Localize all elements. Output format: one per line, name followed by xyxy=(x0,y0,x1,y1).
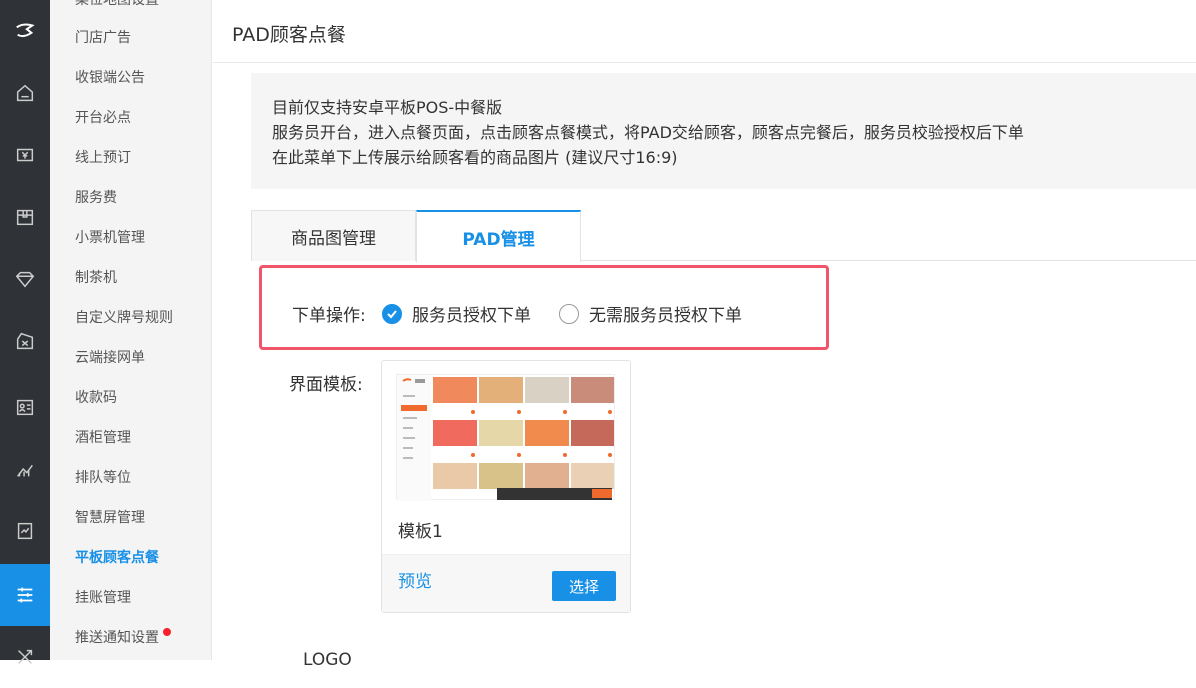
notice-line: 服务员开台，进入点餐页面，点击顾客点餐模式，将PAD交给顾客，顾客点完餐后，服务… xyxy=(272,123,1024,142)
template-label: 界面模板: xyxy=(289,375,363,395)
submenu-item-payment-code[interactable]: 收款码 xyxy=(75,388,117,408)
logo-section-label: LOGO xyxy=(303,650,352,670)
submenu-item-label: 推送通知设置 xyxy=(75,630,159,646)
settings-sliders-icon[interactable] xyxy=(0,564,50,626)
report-icon[interactable] xyxy=(0,500,50,562)
submenu-item-queue[interactable]: 排队等位 xyxy=(75,468,131,488)
template-card: 模板1 预览 选择 xyxy=(381,360,631,613)
order-operation-label: 下单操作: xyxy=(292,306,366,326)
submenu-item-printer[interactable]: 小票机管理 xyxy=(75,228,145,248)
radio-unchecked-icon xyxy=(559,303,579,324)
radio-checked-icon xyxy=(382,303,402,324)
submenu-item-tea-machine[interactable]: 制茶机 xyxy=(75,268,117,288)
radio-label: 服务员授权下单 xyxy=(412,306,531,326)
tools-icon[interactable] xyxy=(0,626,50,688)
top-bar: PAD顾客点餐 xyxy=(213,0,1196,63)
tab-product-images[interactable]: 商品图管理 xyxy=(251,210,416,261)
submenu-item-cashier-notice[interactable]: 收银端公告 xyxy=(75,68,145,88)
order-operation-section: 下单操作: 服务员授权下单 无需服务员授权下单 xyxy=(259,265,829,350)
radio-waiter-authorize[interactable]: 服务员授权下单 xyxy=(382,301,531,326)
chart-icon[interactable] xyxy=(0,438,50,500)
select-button[interactable]: 选择 xyxy=(552,571,616,601)
page-title: PAD顾客点餐 xyxy=(232,24,346,46)
radio-no-authorize[interactable]: 无需服务员授权下单 xyxy=(559,301,742,326)
tab-bar: 商品图管理 PAD管理 xyxy=(251,210,1196,262)
template-card-footer: 预览 选择 xyxy=(382,554,630,612)
settings-submenu: 桌位地图设置 门店广告 收银端公告 开台必点 线上预订 服务费 小票机管理 制茶… xyxy=(50,0,212,660)
id-card-icon[interactable] xyxy=(0,376,50,438)
notice-line: 在此菜单下上传展示给顾客看的商品图片 (建议尺寸16:9) xyxy=(272,148,678,167)
radio-label: 无需服务员授权下单 xyxy=(589,306,742,326)
submenu-item-custom-number[interactable]: 自定义牌号规则 xyxy=(75,308,173,328)
icon-rail xyxy=(0,0,50,664)
submenu-item-table-map[interactable]: 桌位地图设置 xyxy=(75,0,159,10)
template-name: 模板1 xyxy=(398,522,443,542)
submenu-item-online-booking[interactable]: 线上预订 xyxy=(75,148,131,168)
submenu-item-pad-ordering[interactable]: 平板顾客点餐 xyxy=(75,548,159,568)
logo-icon[interactable] xyxy=(0,0,50,62)
template-thumbnail xyxy=(396,374,615,501)
submenu-item-wine-cabinet[interactable]: 酒柜管理 xyxy=(75,428,131,448)
submenu-item-cloud-orders[interactable]: 云端接网单 xyxy=(75,348,145,368)
cash-icon[interactable] xyxy=(0,124,50,186)
submenu-item-store-ads[interactable]: 门店广告 xyxy=(75,28,131,48)
notice-line: 目前仅支持安卓平板POS-中餐版 xyxy=(272,98,503,117)
submenu-item-required-order[interactable]: 开台必点 xyxy=(75,108,131,128)
home-icon[interactable] xyxy=(0,62,50,124)
submenu-item-service-fee[interactable]: 服务费 xyxy=(75,188,117,208)
main-content: PAD顾客点餐 目前仅支持安卓平板POS-中餐版 服务员开台，进入点餐页面，点击… xyxy=(213,0,1196,670)
submenu-item-push-settings[interactable]: 推送通知设置 xyxy=(75,628,171,648)
tab-pad-management[interactable]: PAD管理 xyxy=(416,210,581,262)
diamond-icon[interactable] xyxy=(0,248,50,310)
notice-panel: 目前仅支持安卓平板POS-中餐版 服务员开台，进入点餐页面，点击顾客点餐模式，将… xyxy=(251,73,1196,189)
notification-dot xyxy=(163,628,171,636)
preview-link[interactable]: 预览 xyxy=(398,567,432,592)
coupon-icon[interactable] xyxy=(0,310,50,372)
box-icon[interactable] xyxy=(0,186,50,248)
submenu-item-smart-screen[interactable]: 智慧屏管理 xyxy=(75,508,145,528)
submenu-item-credit[interactable]: 挂账管理 xyxy=(75,588,131,608)
